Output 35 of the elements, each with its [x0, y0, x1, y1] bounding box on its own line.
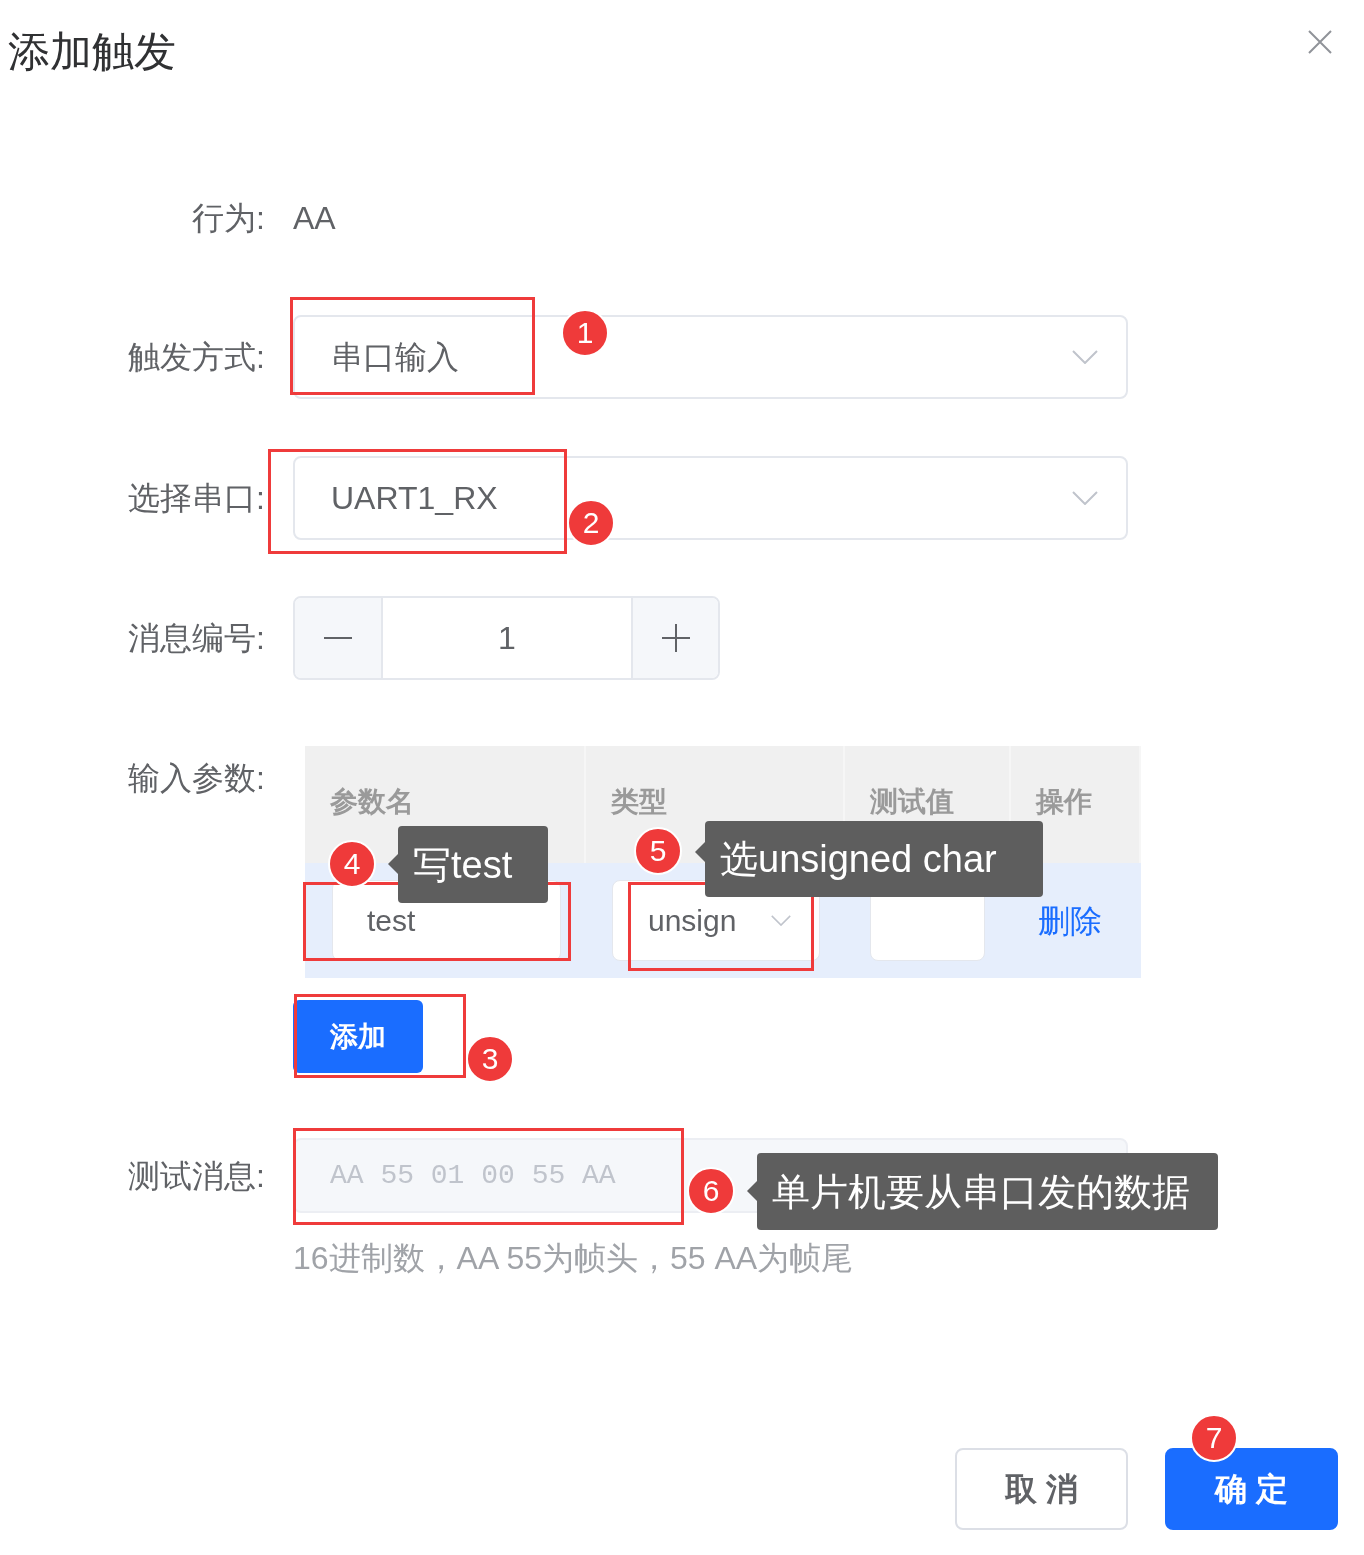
- chevron-down-icon: [771, 915, 791, 926]
- dialog-title: 添加触发: [8, 27, 176, 77]
- confirm-button[interactable]: 确 定: [1165, 1448, 1338, 1530]
- field-label: 测试消息:: [128, 1156, 265, 1196]
- plus-icon: [661, 624, 690, 652]
- minus-icon: [324, 637, 352, 639]
- column-header: 操作: [1036, 784, 1092, 819]
- step-badge: 5: [634, 827, 682, 875]
- number-input[interactable]: 1: [383, 598, 631, 678]
- field-label: 行为:: [192, 199, 265, 238]
- step-badge: 3: [466, 1035, 514, 1083]
- close-icon[interactable]: [1308, 30, 1332, 54]
- add-button[interactable]: 添加: [293, 1000, 423, 1073]
- delete-link[interactable]: 删除: [1038, 902, 1102, 939]
- callout-tooltip: 单片机要从串口发的数据: [757, 1153, 1218, 1230]
- callout-pointer-icon: [747, 1181, 757, 1201]
- step-badge: 7: [1190, 1414, 1238, 1462]
- step-badge: 1: [561, 309, 609, 357]
- field-label: 消息编号:: [128, 619, 265, 658]
- column-header: 参数名: [330, 784, 414, 819]
- column-header: 类型: [611, 784, 667, 819]
- cancel-button[interactable]: 取 消: [955, 1448, 1128, 1530]
- hint-text: 16进制数，AA 55为帧头，55 AA为帧尾: [293, 1239, 854, 1278]
- field-label: 触发方式:: [128, 338, 265, 377]
- step-badge: 2: [567, 499, 615, 547]
- callout-pointer-icon: [388, 854, 398, 874]
- chevron-down-icon: [1072, 350, 1098, 364]
- field-label: 输入参数:: [128, 759, 265, 798]
- field-label: 选择串口:: [128, 479, 265, 518]
- callout-tooltip: 选unsigned char: [705, 821, 1043, 897]
- callout-pointer-icon: [695, 842, 705, 862]
- callout-tooltip: 写test: [398, 826, 548, 903]
- field-value: AA: [293, 199, 336, 238]
- chevron-down-icon: [1072, 491, 1098, 505]
- column-header: 测试值: [870, 784, 954, 819]
